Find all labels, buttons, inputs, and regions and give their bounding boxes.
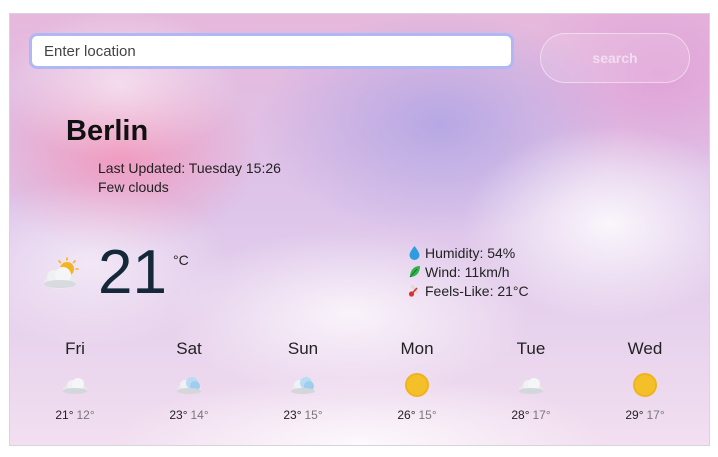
forecast-day: Mon 26° 15°: [360, 337, 474, 422]
forecast-temps: 28° 17°: [474, 408, 588, 422]
wind-text: Wind: 11km/h: [425, 263, 510, 280]
forecast-day-name: Tue: [516, 339, 546, 358]
cloud-icon: [519, 378, 543, 394]
sun-icon: [405, 373, 429, 397]
forecast-max: 23°: [169, 408, 188, 422]
humidity-row: Humidity: 54%: [408, 243, 529, 262]
forecast-min: 17°: [646, 408, 665, 422]
forecast-max: 23°: [283, 408, 302, 422]
forecast-max: 28°: [511, 408, 530, 422]
forecast-min: 12°: [76, 408, 95, 422]
forecast-temps: 26° 15°: [360, 408, 474, 422]
feels-like-text: Feels-Like: 21°C: [425, 282, 529, 299]
thermometer-icon: [408, 284, 419, 297]
forecast-day: Fri 21° 12°: [18, 337, 132, 422]
weather-description: Few clouds: [98, 179, 169, 195]
forecast-day-name: Mon: [400, 339, 434, 358]
leaf-icon: [409, 266, 420, 278]
location-input[interactable]: [29, 33, 514, 69]
forecast-min: 17°: [532, 408, 551, 422]
forecast-day-name: Fri: [65, 339, 85, 358]
forecast-day-name: Sun: [287, 339, 319, 358]
forecast-day-name: Sat: [176, 339, 202, 358]
cloud-icon: [63, 378, 87, 394]
forecast-min: 15°: [304, 408, 323, 422]
search-button[interactable]: search: [540, 33, 690, 83]
forecast-day: Wed 29° 17°: [588, 337, 702, 422]
forecast-min: 14°: [190, 408, 209, 422]
forecast-temps: 23° 15°: [246, 408, 360, 422]
last-updated: Last Updated: Tuesday 15:26: [98, 160, 281, 176]
cloud-rain-icon: [291, 377, 315, 394]
forecast-day: Sun 23° 15°: [246, 337, 360, 422]
sun-icon: [633, 373, 657, 397]
weather-details: Humidity: 54% Wind: 11km/h Feels-Like: 2…: [408, 243, 529, 300]
cloud-rain-icon: [177, 377, 201, 394]
humidity-text: Humidity: 54%: [425, 244, 516, 261]
weather-card: search Berlin Last Updated: Tuesday 15:2…: [9, 13, 710, 446]
forecast-day-name: Wed: [627, 339, 663, 358]
forecast-temps: 29° 17°: [588, 408, 702, 422]
wind-row: Wind: 11km/h: [408, 262, 529, 281]
few-clouds-icon: [44, 257, 79, 289]
forecast-max: 29°: [625, 408, 644, 422]
forecast-temps: 23° 14°: [132, 408, 246, 422]
forecast-day: Tue 28° 17°: [474, 337, 588, 422]
temperature-unit: °C: [173, 252, 189, 268]
forecast-temps: 21° 12°: [18, 408, 132, 422]
forecast-min: 15°: [418, 408, 437, 422]
forecast-max: 26°: [397, 408, 416, 422]
forecast-day: Sat 23° 14°: [132, 337, 246, 422]
city-name: Berlin: [66, 115, 149, 147]
water-drop-icon: [409, 246, 420, 260]
feels-like-row: Feels-Like: 21°C: [408, 281, 529, 300]
current-temperature: 21: [98, 238, 167, 307]
forecast-row: Fri 21° 12° Sat 23° 14° Sun 23° 15° Mon …: [10, 337, 709, 427]
forecast-max: 21°: [55, 408, 74, 422]
